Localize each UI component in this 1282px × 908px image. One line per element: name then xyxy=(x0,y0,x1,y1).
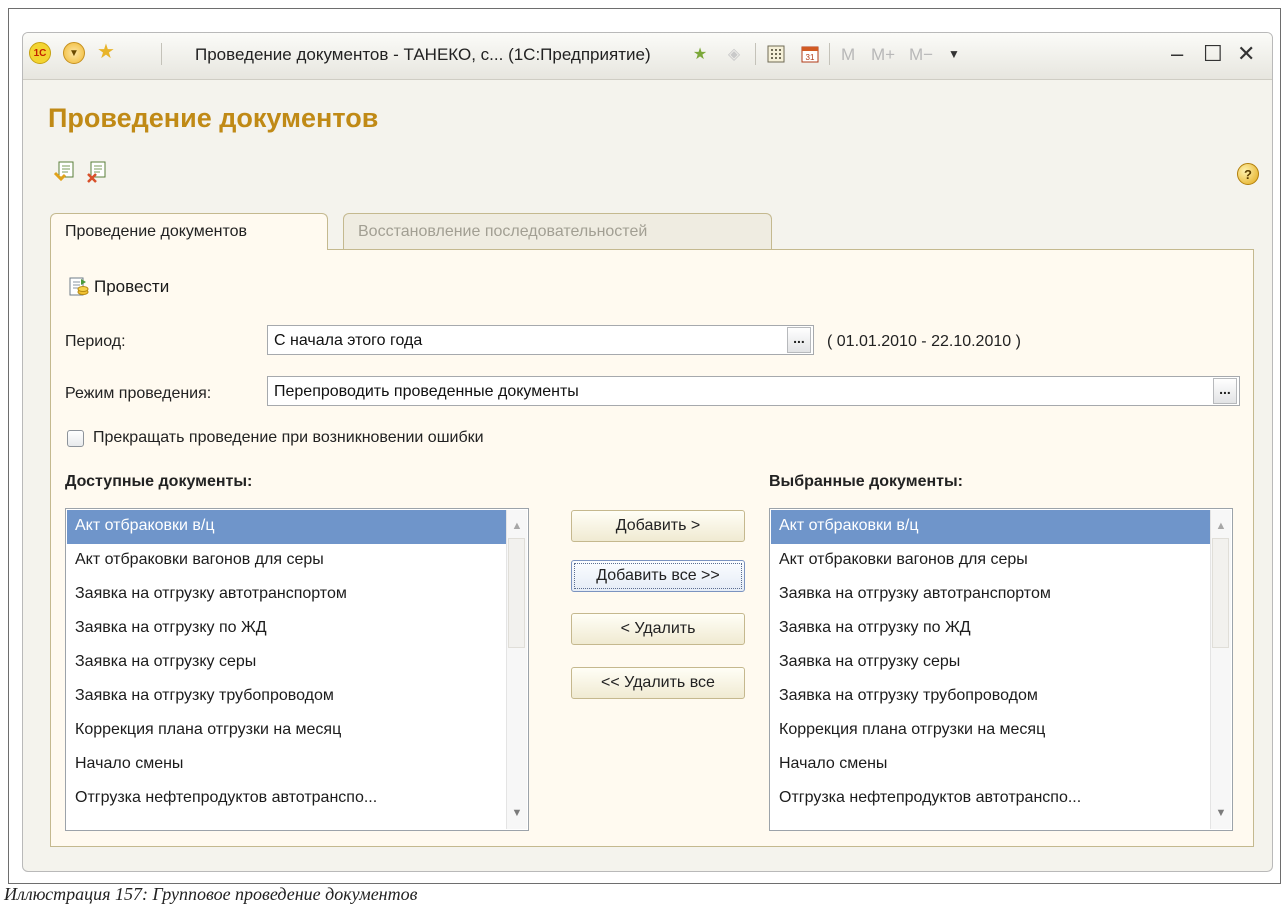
available-list-scrollbar[interactable]: ▲ ▼ xyxy=(506,510,527,829)
window-titlebar: 1С ▼ ★ Проведение документов - ТАНЕКО, с… xyxy=(23,33,1272,80)
list-item[interactable]: Заявка на отгрузку по ЖД xyxy=(771,612,1212,646)
add-button[interactable]: Добавить > xyxy=(571,510,745,542)
list-item[interactable]: Акт отбраковки в/ц xyxy=(67,510,508,544)
list-item[interactable]: Заявка на отгрузку трубопроводом xyxy=(67,680,508,714)
logo-text: 1С xyxy=(33,47,47,59)
period-field[interactable]: С начала этого года xyxy=(267,325,814,355)
period-range-text: ( 01.01.2010 - 22.10.2010 ) xyxy=(827,333,1021,350)
page-title: Проведение документов xyxy=(48,103,379,133)
post-all-icon[interactable] xyxy=(53,161,77,183)
list-item[interactable]: Отгрузка нефтепродуктов автотранспо... xyxy=(67,782,508,816)
add-to-favorites-icon[interactable]: ★ xyxy=(689,43,711,65)
minimize-button[interactable]: – xyxy=(1171,41,1183,67)
close-button[interactable]: ✕ xyxy=(1237,41,1255,67)
mode-label: Режим проведения: xyxy=(65,385,212,402)
mode-choose-button[interactable]: ... xyxy=(1213,378,1237,404)
list-item[interactable]: Заявка на отгрузку по ЖД xyxy=(67,612,508,646)
posting-mode-field[interactable]: Перепроводить проведенные документы xyxy=(267,376,1240,406)
stop-on-error-checkbox[interactable] xyxy=(67,430,84,447)
help-icon[interactable]: ? xyxy=(1237,163,1259,185)
scroll-thumb[interactable] xyxy=(1212,538,1229,648)
scroll-up-arrow-icon[interactable]: ▲ xyxy=(1211,516,1231,536)
tab-sequences[interactable]: Восстановление последовательностей xyxy=(343,213,772,249)
list-item[interactable]: Заявка на отгрузку серы xyxy=(67,646,508,680)
window-title: Проведение документов - ТАНЕКО, с... (1С… xyxy=(195,45,651,64)
svg-text:31: 31 xyxy=(806,53,815,62)
titlebar-separator xyxy=(829,43,830,65)
titlebar-dropdown-icon[interactable]: ▼ xyxy=(943,43,965,65)
selected-documents-items: Акт отбраковки в/ц Акт отбраковки вагоно… xyxy=(771,510,1212,816)
selected-documents-title: Выбранные документы: xyxy=(769,473,963,490)
list-item[interactable]: Начало смены xyxy=(771,748,1212,782)
memory-subtract-button[interactable]: M− xyxy=(909,45,933,65)
memory-add-button[interactable]: M+ xyxy=(871,45,895,65)
list-item[interactable]: Начало смены xyxy=(67,748,508,782)
list-item[interactable]: Акт отбраковки в/ц xyxy=(771,510,1212,544)
list-item[interactable]: Заявка на отгрузку серы xyxy=(771,646,1212,680)
tab-posting[interactable]: Проведение документов xyxy=(50,213,328,250)
selected-list-scrollbar[interactable]: ▲ ▼ xyxy=(1210,510,1231,829)
selected-documents-list[interactable]: Акт отбраковки в/ц Акт отбраковки вагоно… xyxy=(769,508,1233,831)
calculator-icon[interactable] xyxy=(765,43,787,65)
period-label: Период: xyxy=(65,333,126,350)
period-choose-button[interactable]: ... xyxy=(787,327,811,353)
scroll-down-arrow-icon[interactable]: ▼ xyxy=(1211,803,1231,823)
list-item[interactable]: Акт отбраковки вагонов для серы xyxy=(67,544,508,578)
available-documents-list[interactable]: Акт отбраковки в/ц Акт отбраковки вагоно… xyxy=(65,508,529,831)
available-documents-items: Акт отбраковки в/ц Акт отбраковки вагоно… xyxy=(67,510,508,816)
1c-logo-icon[interactable]: 1С xyxy=(29,42,51,64)
remove-all-button[interactable]: << Удалить все xyxy=(571,667,745,699)
help-label: ? xyxy=(1244,166,1252,182)
run-button-label: Провести xyxy=(94,277,170,296)
main-menu-icon[interactable]: ▼ xyxy=(63,42,85,64)
run-posting-icon xyxy=(68,276,90,298)
favorites-star-icon[interactable]: ★ xyxy=(95,40,117,63)
scroll-down-arrow-icon[interactable]: ▼ xyxy=(507,803,527,823)
memory-button[interactable]: M xyxy=(841,45,855,65)
titlebar-separator xyxy=(161,43,162,65)
scroll-up-arrow-icon[interactable]: ▲ xyxy=(507,516,527,536)
titlebar-separator xyxy=(755,43,756,65)
add-all-button[interactable]: Добавить все >> xyxy=(571,560,745,592)
list-item[interactable]: Заявка на отгрузку трубопроводом xyxy=(771,680,1212,714)
available-documents-title: Доступные документы: xyxy=(65,473,253,490)
list-item[interactable]: Акт отбраковки вагонов для серы xyxy=(771,544,1212,578)
remove-button[interactable]: < Удалить xyxy=(571,613,745,645)
run-button[interactable]: Провести xyxy=(68,274,169,300)
scroll-thumb[interactable] xyxy=(508,538,525,648)
maximize-button[interactable]: ☐ xyxy=(1203,41,1223,67)
list-item[interactable]: Заявка на отгрузку автотранспортом xyxy=(67,578,508,612)
unpost-all-icon[interactable] xyxy=(85,161,109,183)
calendar-icon[interactable]: 31 xyxy=(799,43,821,65)
list-item[interactable]: Коррекция плана отгрузки на месяц xyxy=(67,714,508,748)
link-icon[interactable]: ◈ xyxy=(723,43,745,65)
list-item[interactable]: Коррекция плана отгрузки на месяц xyxy=(771,714,1212,748)
list-item[interactable]: Заявка на отгрузку автотранспортом xyxy=(771,578,1212,612)
stop-on-error-label: Прекращать проведение при возникновении … xyxy=(93,429,484,446)
list-item[interactable]: Отгрузка нефтепродуктов автотранспо... xyxy=(771,782,1212,816)
figure-caption: Иллюстрация 157: Групповое проведение до… xyxy=(4,884,418,904)
app-window: 1С ▼ ★ Проведение документов - ТАНЕКО, с… xyxy=(22,32,1273,872)
